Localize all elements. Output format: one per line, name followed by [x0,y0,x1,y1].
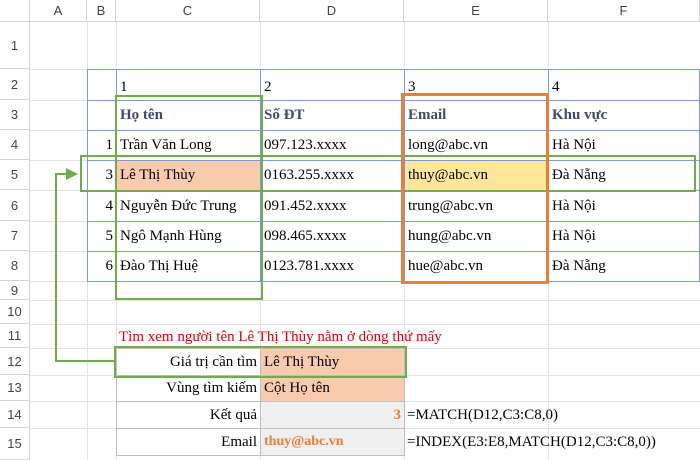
column-header-f[interactable]: F [548,0,700,22]
record-region[interactable]: Hà Nội [548,130,700,161]
record-no[interactable]: 1 [87,130,117,161]
row-header-3[interactable]: 3 [0,100,30,130]
column-header-d[interactable]: D [260,0,404,22]
row-header-15[interactable]: 15 [0,428,30,460]
lookup-range-label: Vùng tìm kiếm [116,375,261,402]
cell-e2[interactable]: 3 [404,69,549,101]
select-all-corner[interactable] [0,0,30,22]
lookup-value-label: Giá trị cần tìm [116,348,261,376]
lookup-range-cell[interactable]: Cột Họ tên [260,375,405,402]
record-no[interactable]: 5 [87,221,117,252]
cell-b2[interactable] [87,69,117,101]
header-khu-vuc[interactable]: Khu vực [548,100,700,131]
record-phone[interactable]: 097.123.xxxx [260,130,405,161]
row-header-6[interactable]: 6 [0,190,30,221]
email-formula-text: =INDEX(E3:E8,MATCH(D12,C3:C8,0)) [407,433,656,450]
record-phone[interactable]: 098.465.xxxx [260,221,405,252]
cell-b3[interactable] [87,100,117,131]
row-header-5[interactable]: 5 [0,160,30,190]
row-header-10[interactable]: 10 [0,300,30,324]
lookup-email-label: Email [116,428,261,456]
record-email[interactable]: hung@abc.vn [404,221,549,252]
row-header-9[interactable]: 9 [0,281,30,300]
record-name[interactable]: Nguyễn Đức Trung [116,190,261,222]
record-region[interactable]: Đà Nẵng [548,160,700,191]
result-formula-text: =MATCH(D12,C3:C8,0) [407,406,558,423]
cell-f2[interactable]: 4 [548,69,700,101]
lookup-result-label: Kết quả [116,401,261,429]
record-phone[interactable]: 0123.781.xxxx [260,251,405,282]
cell-c2[interactable]: 1 [116,69,261,101]
lookup-email-cell[interactable]: thuy@abc.vn [260,428,405,456]
row-header-7[interactable]: 7 [0,221,30,251]
row-header-11[interactable]: 11 [0,324,30,348]
lookup-value-cell[interactable]: Lê Thị Thùy [260,348,405,376]
record-name[interactable]: Đào Thị Huệ [116,251,261,282]
record-region[interactable]: Hà Nội [548,221,700,252]
record-phone[interactable]: 091.452.xxxx [260,190,405,222]
row-header-2[interactable]: 2 [0,69,30,100]
record-name[interactable]: Trần Văn Long [116,130,261,161]
column-header-e[interactable]: E [404,0,548,22]
row-header-8[interactable]: 8 [0,251,30,281]
record-region[interactable]: Đà Nẵng [548,251,700,282]
column-header-a[interactable]: A [30,0,87,22]
row-header-1[interactable]: 1 [0,22,30,69]
row-header-13[interactable]: 13 [0,375,30,401]
record-email[interactable]: long@abc.vn [404,130,549,161]
record-phone[interactable]: 0163.255.xxxx [260,160,405,191]
record-no[interactable]: 4 [87,190,117,222]
lookup-result-cell[interactable]: 3 [260,401,405,429]
record-email[interactable]: trung@abc.vn [404,190,549,222]
row-header-4[interactable]: 4 [0,130,30,160]
header-email[interactable]: Email [404,100,549,131]
record-email-highlighted[interactable]: thuy@abc.vn [404,160,549,191]
question-text: Tìm xem người tên Lê Thị Thùy nằm ở dòng… [119,328,442,345]
column-header-c[interactable]: C [116,0,260,22]
cell-d2[interactable]: 2 [260,69,405,101]
row-header-12[interactable]: 12 [0,348,30,375]
record-region[interactable]: Hà Nội [548,190,700,222]
record-no[interactable]: 6 [87,251,117,282]
record-email[interactable]: hue@abc.vn [404,251,549,282]
record-name[interactable]: Ngô Mạnh Hùng [116,221,261,252]
record-name-highlighted[interactable]: Lê Thị Thùy [116,160,261,191]
header-so-dt[interactable]: Số ĐT [260,100,405,131]
record-no[interactable]: 3 [87,160,117,191]
header-ho-ten[interactable]: Họ tên [116,100,261,131]
row-header-14[interactable]: 14 [0,401,30,428]
column-header-b[interactable]: B [87,0,116,22]
